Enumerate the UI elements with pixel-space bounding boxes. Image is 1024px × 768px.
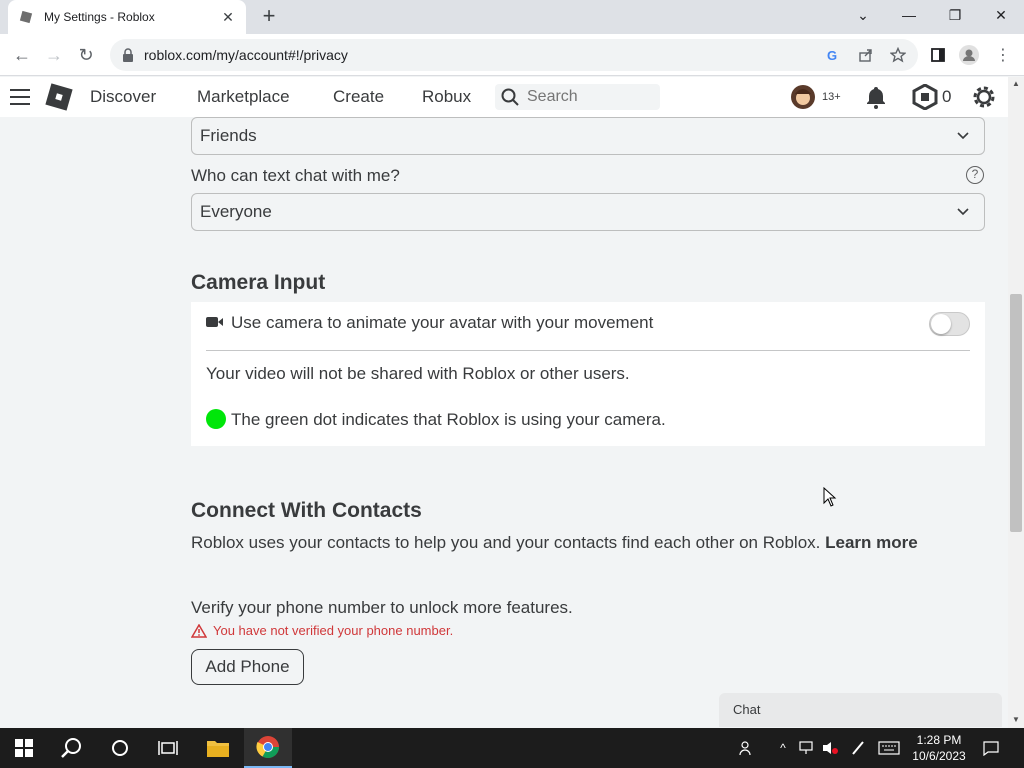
file-explorer-icon[interactable] [194,728,242,768]
tab-close-icon[interactable]: ✕ [220,9,236,26]
user-avatar[interactable] [790,84,816,110]
contacts-description: Roblox uses your contacts to help you an… [191,531,981,554]
new-tab-button[interactable]: + [258,5,280,28]
camera-privacy-note: Your video will not be shared with Roblo… [206,364,630,383]
lock-icon [123,48,133,62]
url-text: roblox.com/my/account#!/privacy [144,47,348,63]
toggle-knob [931,314,951,334]
people-icon[interactable] [736,728,758,768]
robux-icon[interactable] [912,84,938,110]
keyboard-icon[interactable] [876,728,902,768]
cortana-icon[interactable] [96,728,144,768]
chat-setting-value: Friends [200,126,257,145]
robux-count[interactable]: 0 [942,84,951,110]
nav-discover[interactable]: Discover [90,87,156,107]
browser-tab-strip: My Settings - Roblox ✕ + ⌄ — ❐ ✕ [0,0,1024,34]
pen-icon[interactable] [848,728,868,768]
text-chat-label: Who can text chat with me? [191,166,400,185]
green-dot-note: The green dot indicates that Roblox is u… [231,410,666,429]
verify-phone-text: Verify your phone number to unlock more … [191,598,573,617]
search-taskbar-icon[interactable] [48,728,96,768]
age-badge: 13+ [822,91,841,103]
taskbar-clock[interactable]: 1:28 PM 10/6/2023 [906,732,972,764]
minimize-button[interactable]: — [886,0,932,30]
svg-text:G: G [827,48,837,62]
tab-title: My Settings - Roblox [44,10,155,24]
tray-chevron-up-icon[interactable]: ^ [774,728,792,768]
hamburger-menu-icon[interactable] [10,89,30,105]
roblox-logo-icon[interactable] [45,83,73,111]
share-icon[interactable] [855,44,877,66]
search-box[interactable] [495,84,660,110]
learn-more-link[interactable]: Learn more [825,533,918,552]
browser-toolbar: ← → ↻ roblox.com/my/account#!/privacy G … [0,34,1024,76]
scrollbar-thumb[interactable] [1010,294,1022,532]
mouse-cursor-icon [823,487,837,507]
settings-gear-icon[interactable] [970,84,998,110]
back-button[interactable]: ← [11,44,33,66]
browser-tab[interactable]: My Settings - Roblox ✕ [8,0,246,34]
side-panel-icon[interactable] [927,44,949,66]
profile-avatar-icon[interactable] [958,44,980,66]
chat-bar[interactable]: Chat [719,693,1002,727]
notification-center-icon[interactable] [980,728,1002,768]
menu-kebab-icon[interactable]: ⋮ [992,44,1014,66]
text-chat-value: Everyone [200,202,272,221]
search-input[interactable] [527,88,647,106]
camera-input-title: Camera Input [191,271,326,294]
nav-marketplace[interactable]: Marketplace [197,87,290,107]
scroll-down-arrow[interactable]: ▼ [1008,713,1024,727]
text-chat-dropdown[interactable]: Everyone [191,193,985,231]
task-view-icon[interactable] [144,728,192,768]
volume-muted-icon[interactable] [820,728,840,768]
google-icon[interactable]: G [822,44,844,66]
forward-button[interactable]: → [43,44,65,66]
camera-toggle-label: Use camera to animate your avatar with y… [231,313,654,332]
add-phone-button[interactable]: Add Phone [191,649,304,685]
green-dot-icon [206,409,226,429]
chrome-taskbar-icon[interactable] [244,728,292,768]
bookmark-star-icon[interactable] [887,44,909,66]
windows-start-icon[interactable] [0,728,48,768]
chat-label: Chat [733,702,761,717]
roblox-favicon-icon [18,9,34,25]
windows-taskbar: ^ 1:28 PM 10/6/2023 [0,728,1024,768]
clock-time: 1:28 PM [916,733,962,747]
chevron-down-icon [957,208,969,216]
search-icon [501,88,519,106]
restore-button[interactable]: ❐ [932,0,978,30]
avatar-icon [791,85,815,109]
chat-setting-dropdown[interactable]: Friends [191,117,985,155]
camera-icon [206,317,223,327]
contacts-title: Connect With Contacts [191,499,422,522]
warning-triangle-icon [191,623,207,638]
tab-search-icon[interactable]: ⌄ [840,0,886,30]
close-window-button[interactable]: ✕ [978,0,1024,30]
chevron-down-icon [957,132,969,140]
nav-create[interactable]: Create [333,87,384,107]
card-divider [206,350,970,351]
address-bar[interactable]: roblox.com/my/account#!/privacy [110,39,918,71]
reload-button[interactable]: ↻ [75,44,97,66]
scroll-up-arrow[interactable]: ▲ [1008,77,1024,91]
network-icon[interactable] [797,728,817,768]
phone-warning: You have not verified your phone number. [191,623,453,638]
camera-toggle[interactable] [929,312,970,336]
contacts-description-text: Roblox uses your contacts to help you an… [191,533,821,552]
notifications-bell-icon[interactable] [864,84,888,110]
nav-robux[interactable]: Robux [422,87,471,107]
help-icon[interactable]: ? [966,166,984,184]
phone-warning-text: You have not verified your phone number. [213,623,454,638]
clock-date: 10/6/2023 [912,749,966,763]
